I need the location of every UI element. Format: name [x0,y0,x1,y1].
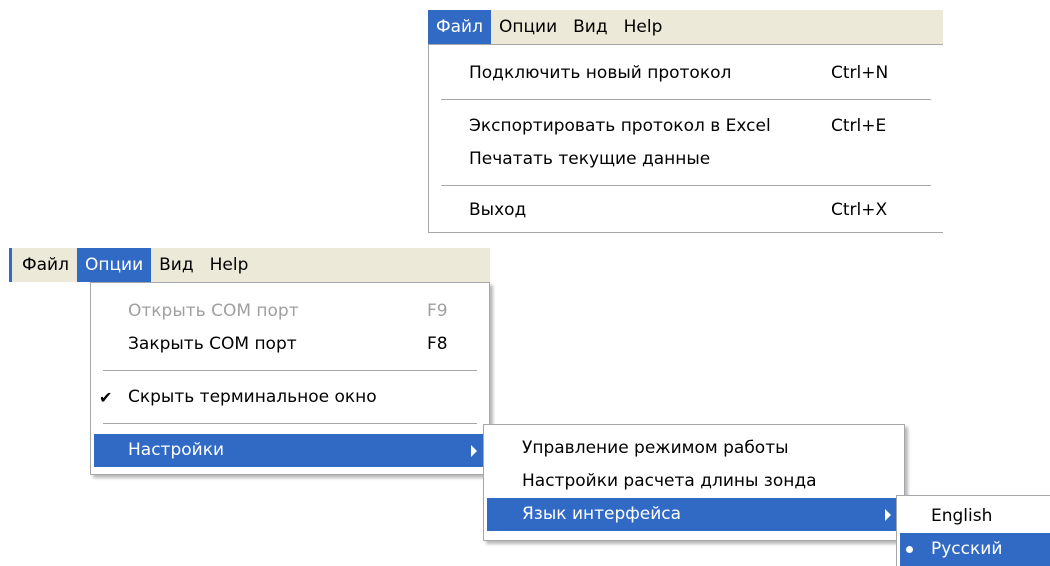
menu-item-language-russian[interactable]: Русский [900,533,1050,566]
radio-bullet-icon [906,546,913,553]
menu-item-label: English [931,506,993,526]
menu-item-language-english[interactable]: English [897,500,1050,533]
language-submenu: English Русский [896,495,1050,566]
language-submenu-clip: English Русский [0,0,1050,566]
menu-item-label: Русский [931,539,1003,559]
